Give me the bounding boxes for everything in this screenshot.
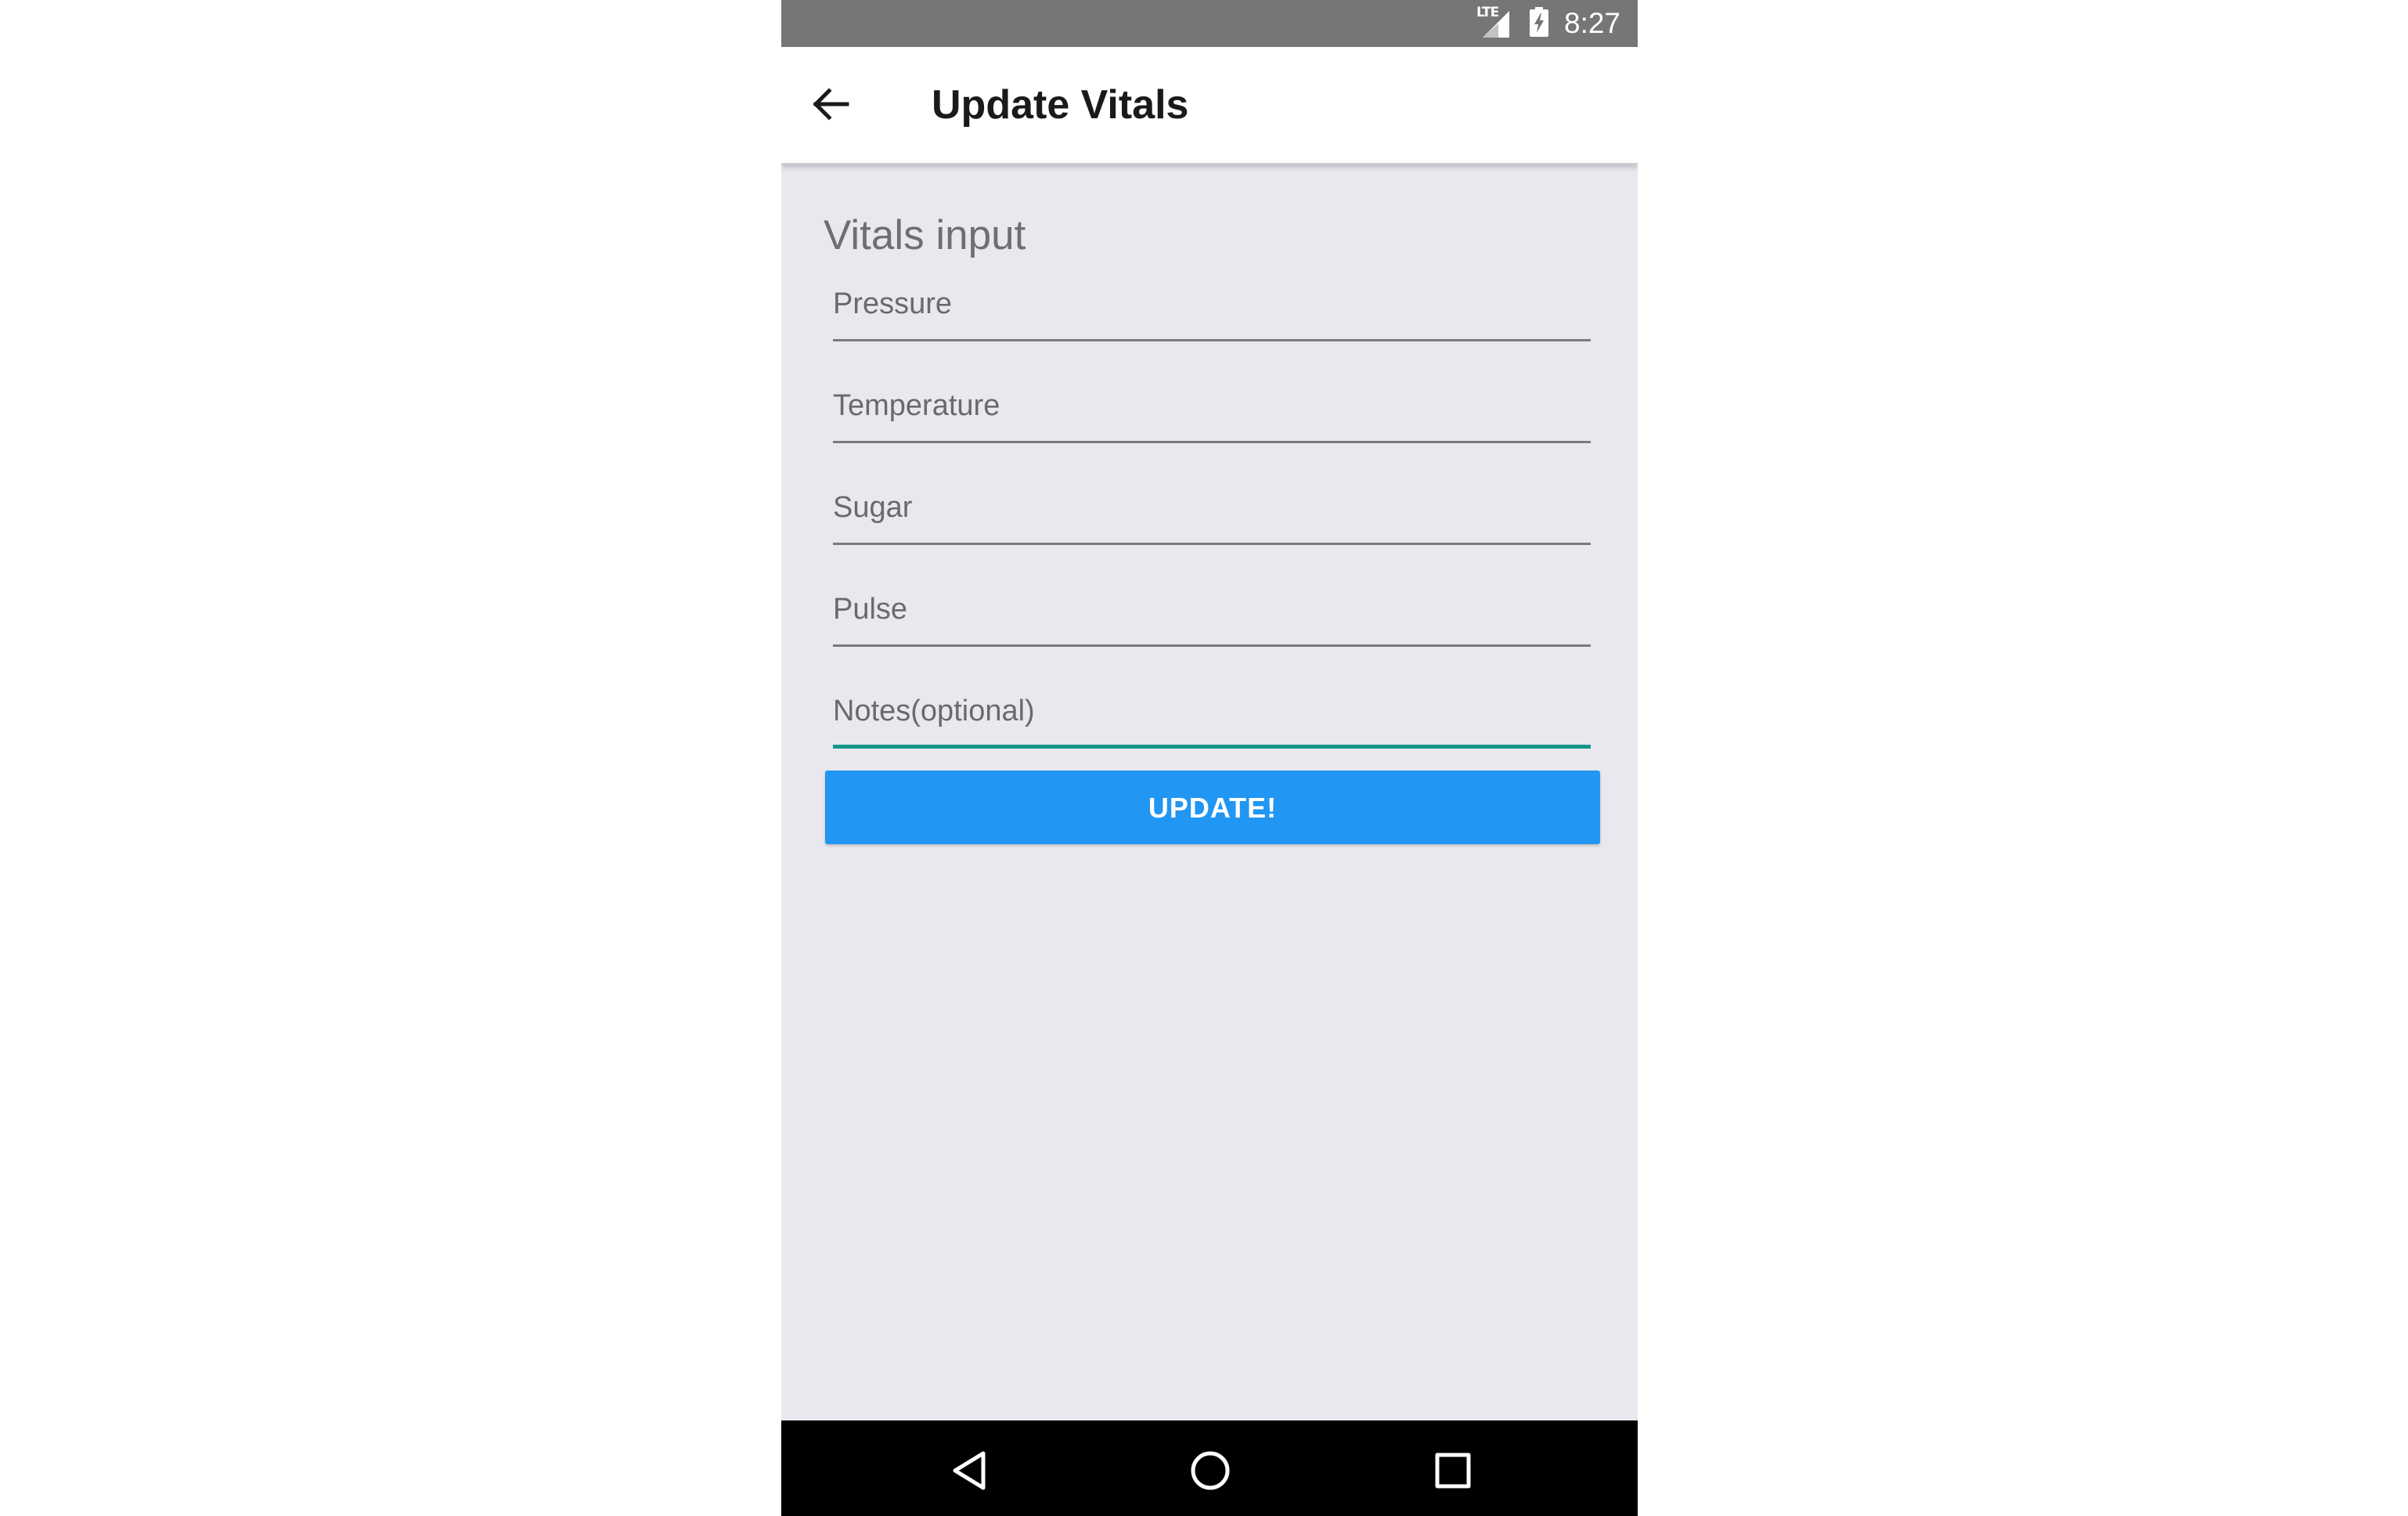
system-nav-bar: [781, 1420, 1638, 1516]
phone-screen: LTE 8:27 Update Vitals Vitals input Pres…: [781, 0, 1638, 1516]
battery-charging-icon: [1530, 7, 1548, 37]
pressure-field[interactable]: Pressure: [833, 279, 1591, 341]
back-triangle-icon: [953, 1451, 986, 1490]
temperature-field[interactable]: Temperature: [833, 381, 1591, 443]
arrow-back-icon: [813, 88, 849, 121]
home-circle-icon: [1191, 1451, 1230, 1490]
notes-field[interactable]: Notes(optional): [833, 686, 1591, 749]
field-underline: [833, 339, 1591, 341]
sugar-input[interactable]: [833, 482, 1591, 540]
field-underline-focused: [833, 745, 1591, 749]
screenshot-canvas: LTE 8:27 Update Vitals Vitals input Pres…: [0, 0, 2408, 1516]
nav-recents-button[interactable]: [1426, 1444, 1480, 1497]
pressure-input[interactable]: [833, 279, 1591, 337]
lte-signal-icon: [1483, 11, 1509, 38]
status-time: 8:27: [1564, 7, 1621, 39]
field-underline: [833, 644, 1591, 647]
back-button[interactable]: [803, 77, 858, 132]
notes-input[interactable]: [833, 686, 1591, 744]
pulse-input[interactable]: [833, 584, 1591, 642]
pulse-field[interactable]: Pulse: [833, 584, 1591, 647]
temperature-input[interactable]: [833, 381, 1591, 439]
field-underline: [833, 543, 1591, 545]
sugar-field[interactable]: Sugar: [833, 482, 1591, 545]
app-bar: Update Vitals: [781, 47, 1638, 164]
vitals-form: Vitals input Pressure Temperature Sugar …: [781, 164, 1638, 1420]
status-bar: LTE 8:27: [781, 0, 1638, 47]
nav-home-button[interactable]: [1184, 1444, 1237, 1497]
nav-back-button[interactable]: [944, 1444, 997, 1497]
update-button[interactable]: UPDATE!: [825, 771, 1600, 844]
recents-square-icon: [1435, 1453, 1471, 1489]
field-underline: [833, 441, 1591, 443]
section-title: Vitals input: [824, 212, 1026, 258]
page-title: Update Vitals: [932, 82, 1189, 128]
